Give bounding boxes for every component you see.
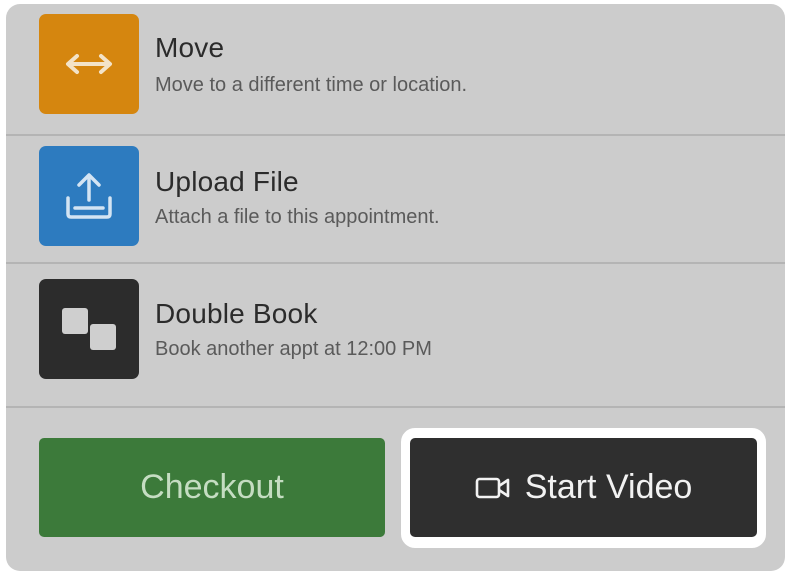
upload-icon [39,146,139,246]
action-title-upload-file: Upload File [155,166,299,197]
action-title-move: Move [155,32,225,63]
action-subtitle-upload-file: Attach a file to this appointment. [155,206,440,228]
start-video-label: Start Video [524,468,693,506]
video-camera-icon [475,476,511,500]
appointment-actions-panel: Move Move to a different time or locatio… [6,4,785,571]
action-row-double-book[interactable]: Double Book Book another appt at 12:00 P… [6,264,785,396]
action-subtitle-move: Move to a different time or location. [155,74,468,96]
action-row-move[interactable]: Move Move to a different time or locatio… [6,4,785,136]
start-video-button[interactable]: Start Video [410,438,757,537]
checkout-button[interactable]: Checkout [39,438,385,537]
action-row-upload-file[interactable]: Upload File Attach a file to this appoin… [6,132,785,264]
action-title-double-book: Double Book [155,298,318,329]
action-subtitle-double-book: Book another appt at 12:00 PM [155,338,432,360]
double-squares-icon [39,279,139,379]
arrows-horizontal-icon [39,14,139,114]
footer-divider [6,406,785,408]
